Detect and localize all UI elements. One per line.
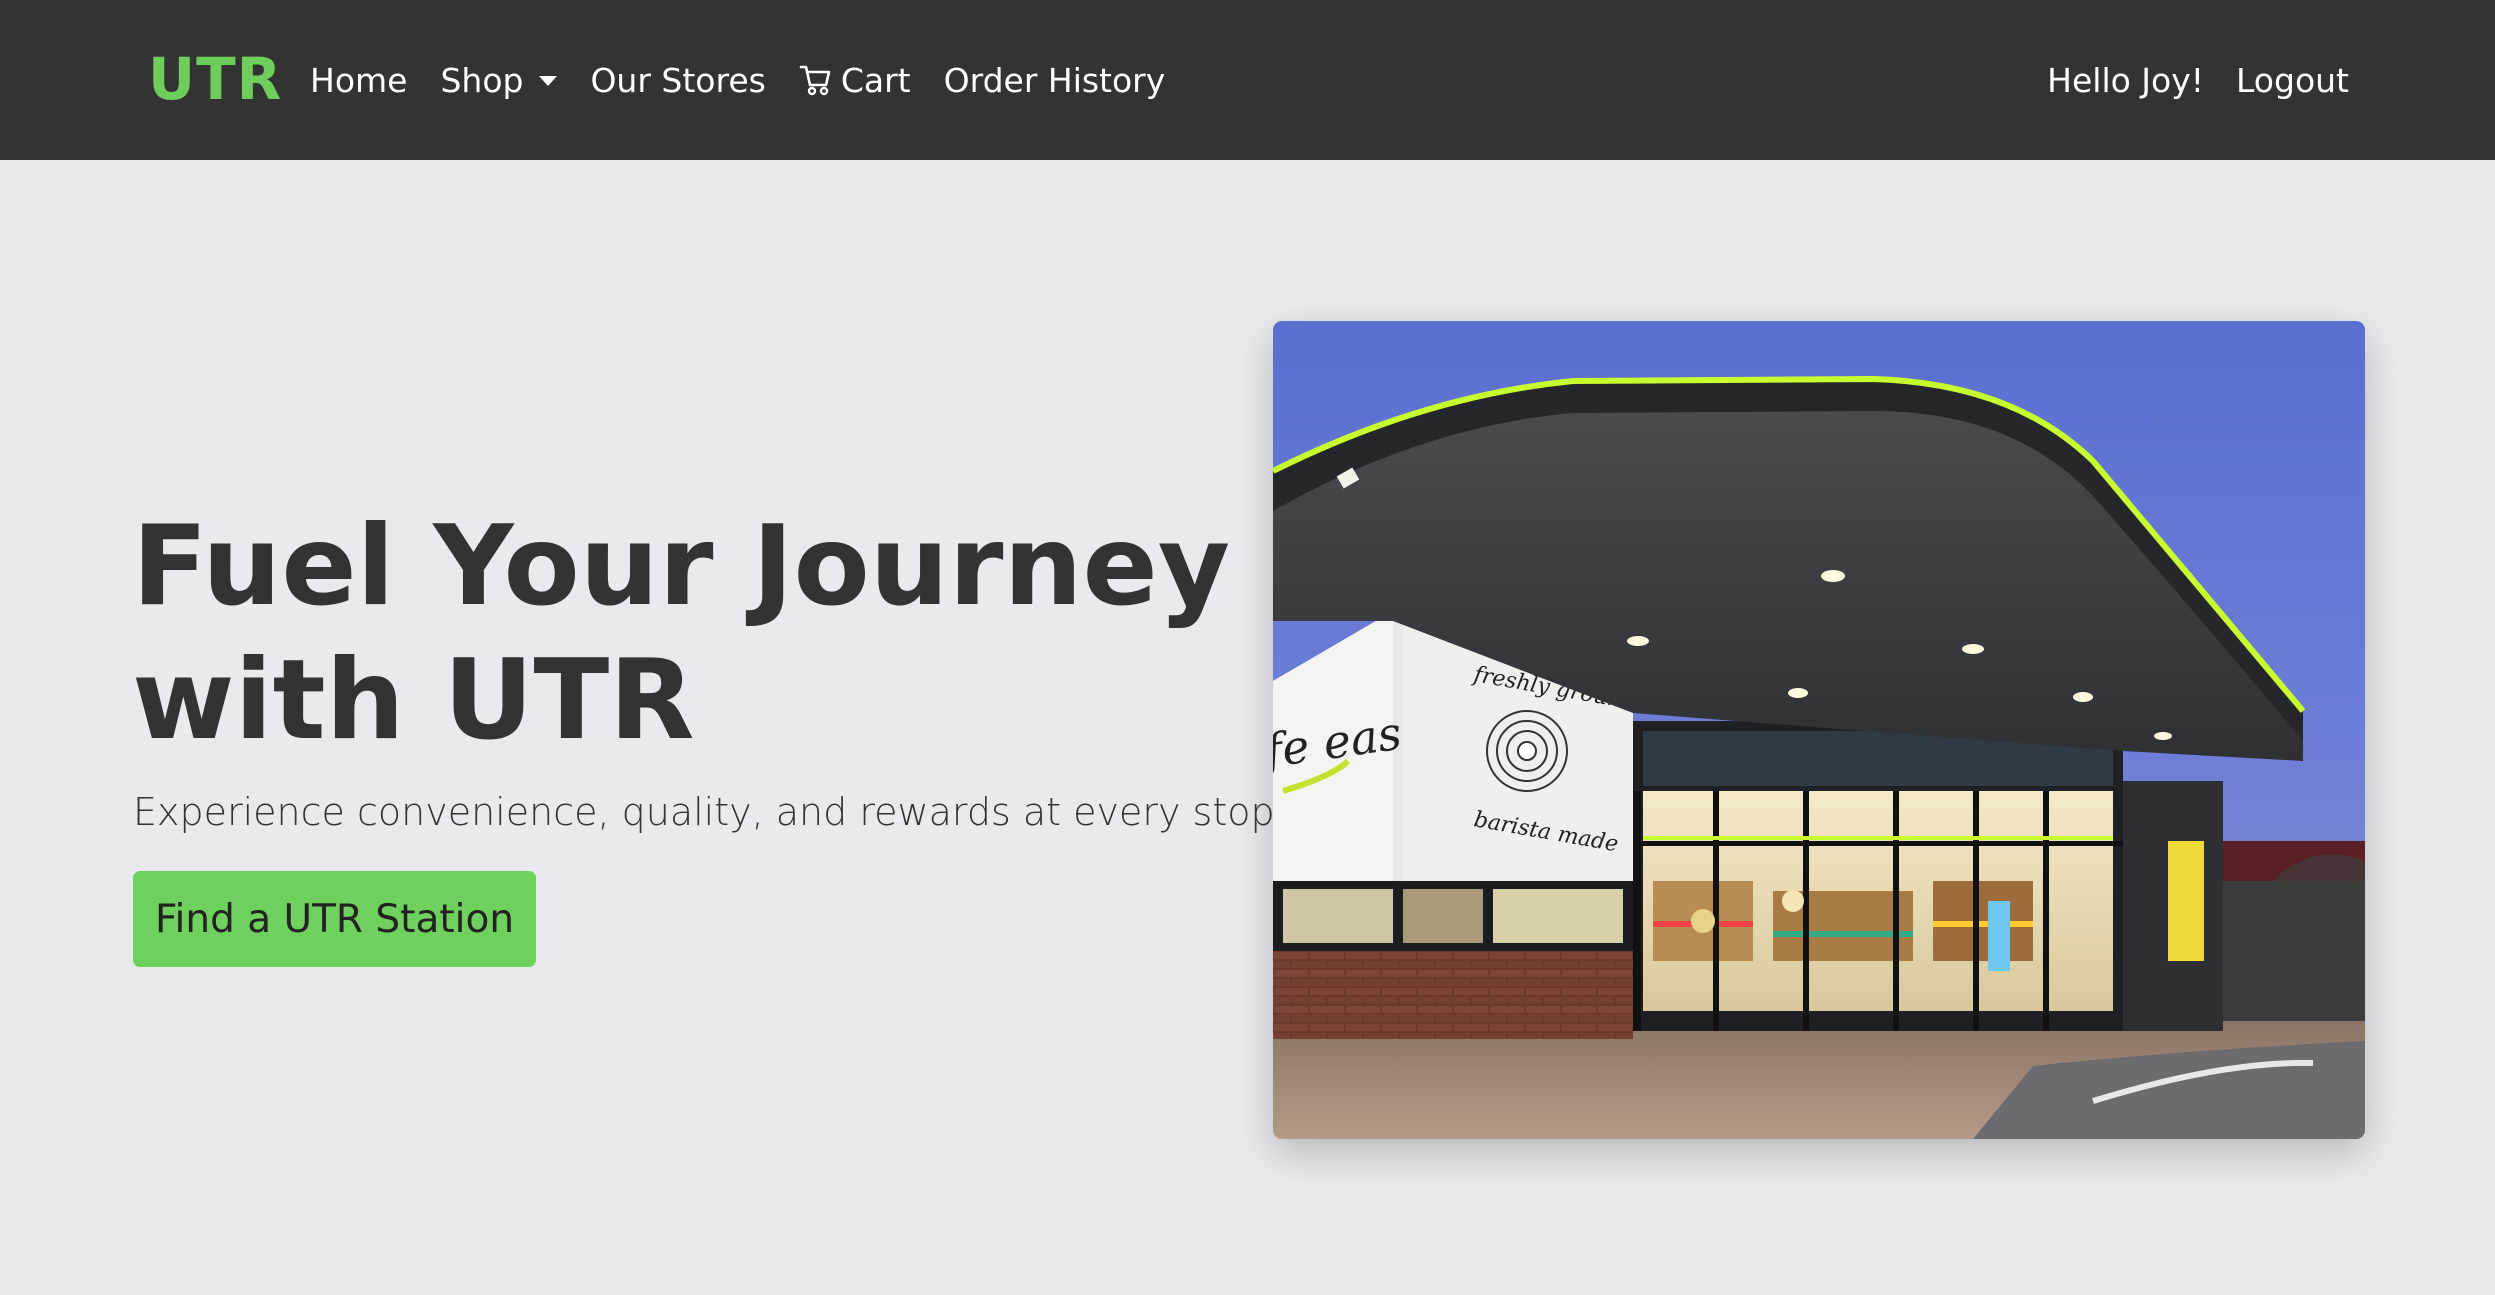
nav-order-history-label: Order History [943,60,1166,100]
main-nav: Home Shop Our Stores Cart Order History [310,52,1198,108]
nav-shop-label: Shop [440,60,524,100]
nav-home-link[interactable]: Home [310,61,407,100]
nav-our-stores-label: Our Stores [590,60,766,100]
nav-shop-dropdown[interactable]: Shop [440,60,558,100]
user-nav: Hello Joy! Logout [2047,52,2349,108]
nav-cart-link[interactable]: Cart [799,61,911,100]
cart-icon [799,63,831,97]
top-navbar: UTR Home Shop Our Stores Cart Order Hist… [0,0,2495,160]
nav-our-stores-link[interactable]: Our Stores [590,61,765,100]
hero-title: Fuel Your Journey with UTR [132,502,1231,765]
store-photo: fe easy freshly ground barista made [1273,321,2365,1139]
nav-home-label: Home [310,60,408,100]
hero-subtitle: Experience convenience, quality, and rew… [133,790,1287,834]
logout-link[interactable]: Logout [2236,61,2349,100]
user-greeting: Hello Joy! [2047,60,2204,100]
brand-logo[interactable]: UTR [148,44,282,114]
nav-cart-label: Cart [840,60,911,100]
caret-down-icon [539,76,558,86]
find-station-button[interactable]: Find a UTR Station [133,871,536,967]
nav-order-history-link[interactable]: Order History [944,61,1166,100]
